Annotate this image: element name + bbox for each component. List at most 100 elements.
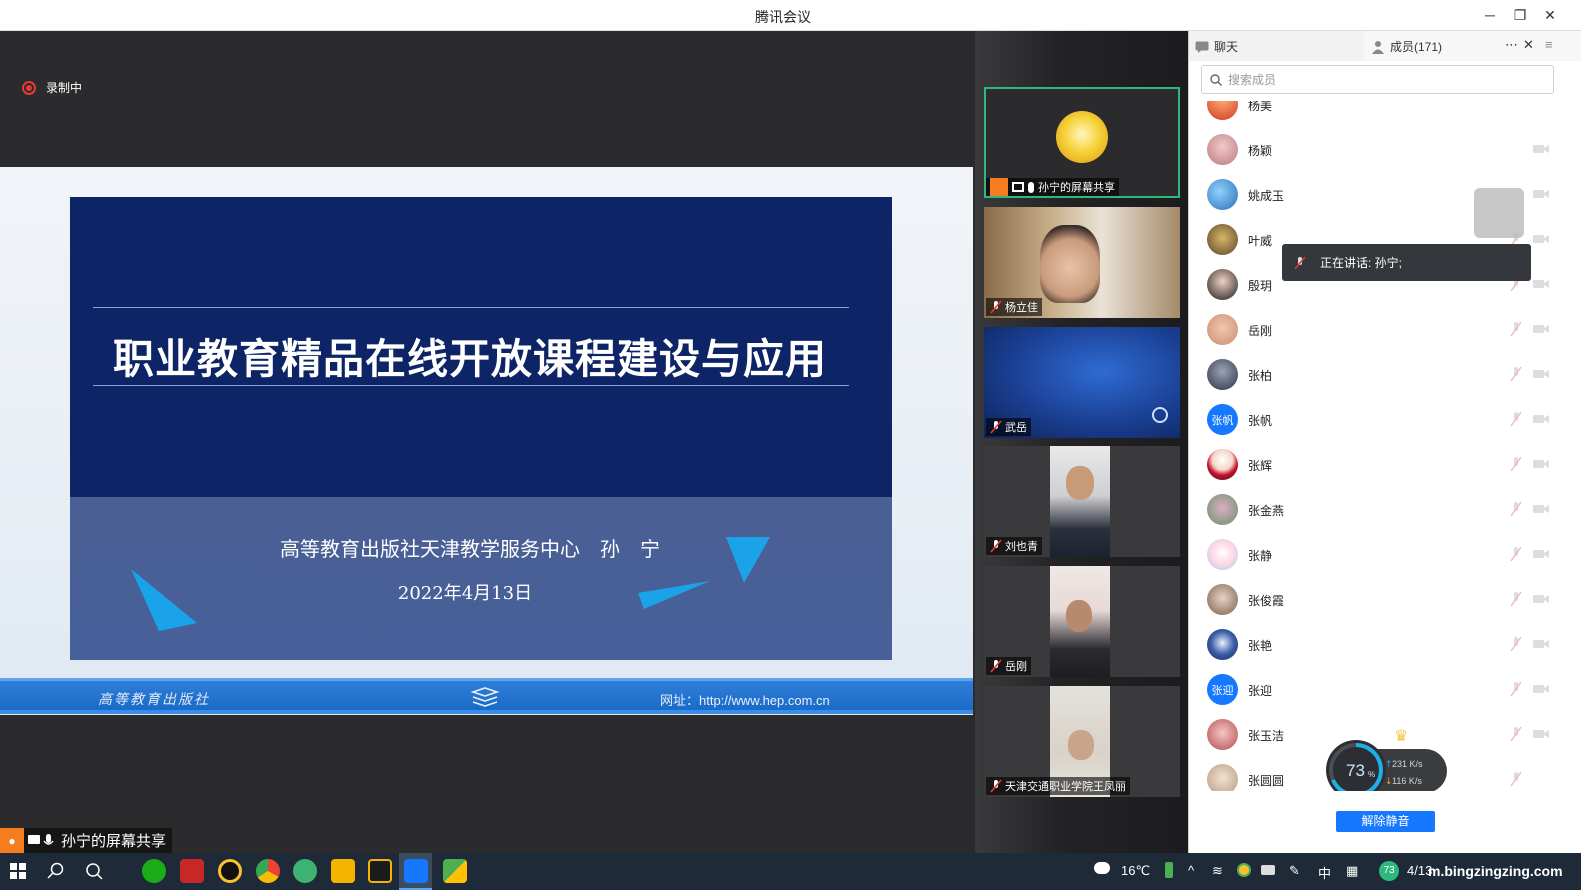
floating-assistant-button[interactable] bbox=[1474, 188, 1524, 238]
mic-muted-icon[interactable] bbox=[1509, 591, 1523, 607]
close-panel-icon[interactable]: ✕ bbox=[1523, 37, 1534, 53]
slide-url: 网址：http://www.hep.com.cn bbox=[660, 693, 830, 708]
mic-muted-icon[interactable] bbox=[1509, 501, 1523, 517]
list-item[interactable]: 张金燕 bbox=[1189, 486, 1581, 531]
tab-chat[interactable]: 聊天 bbox=[1195, 38, 1238, 55]
qq-icon[interactable] bbox=[218, 859, 242, 883]
search-icon[interactable] bbox=[47, 862, 65, 880]
camera-off-icon bbox=[1533, 190, 1549, 198]
app-icon[interactable] bbox=[443, 859, 467, 883]
close-button[interactable]: ✕ bbox=[1537, 4, 1563, 26]
camera-off-icon bbox=[1533, 415, 1549, 423]
search-input[interactable]: 搜索成员 bbox=[1201, 65, 1554, 94]
mic-muted-icon[interactable] bbox=[1509, 411, 1523, 427]
avatar bbox=[1207, 224, 1238, 255]
more-icon[interactable]: ⋯ bbox=[1505, 37, 1518, 53]
avatar bbox=[1207, 584, 1238, 615]
avatar bbox=[1207, 134, 1238, 165]
wps-icon[interactable] bbox=[368, 859, 392, 883]
tile-name: 天津交通职业学院王凤丽 bbox=[1005, 781, 1126, 793]
publisher-logo-icon bbox=[470, 687, 500, 707]
list-item[interactable]: 张静 bbox=[1189, 531, 1581, 576]
menu-icon[interactable]: ≡ bbox=[1545, 37, 1553, 52]
member-name: 杨美 bbox=[1248, 101, 1273, 113]
video-tile[interactable]: 天津交通职业学院王凤丽 bbox=[984, 686, 1180, 797]
tile-name: 岳刚 bbox=[1005, 661, 1027, 673]
list-item[interactable]: 张俊霞 bbox=[1189, 576, 1581, 621]
camera-off-icon bbox=[1533, 505, 1549, 513]
list-item[interactable]: 张迎 张迎 bbox=[1189, 666, 1581, 711]
divider bbox=[93, 385, 849, 386]
title-bar: 腾讯会议 ─ ❐ ✕ bbox=[0, 0, 1581, 31]
tile-name: 杨立佳 bbox=[1005, 302, 1038, 314]
badge-count[interactable]: 73 bbox=[1379, 861, 1399, 881]
avatar bbox=[1207, 314, 1238, 345]
battery-icon bbox=[1165, 862, 1173, 878]
chat-app-icon[interactable] bbox=[293, 859, 317, 883]
mic-muted-icon[interactable] bbox=[1509, 366, 1523, 382]
pdf-app-icon[interactable] bbox=[180, 859, 204, 883]
participant-face bbox=[1066, 600, 1092, 632]
device-icon[interactable] bbox=[1261, 865, 1275, 875]
video-tile[interactable]: 刘也青 bbox=[984, 446, 1180, 557]
upload-icon: ↑ bbox=[1385, 760, 1393, 770]
member-name: 杨颖 bbox=[1248, 144, 1273, 158]
mic-muted-icon[interactable] bbox=[1509, 726, 1523, 742]
list-item[interactable]: 张辉 bbox=[1189, 441, 1581, 486]
ime-mode-icon[interactable]: ▦ bbox=[1346, 863, 1358, 879]
tray-expand-icon[interactable]: ^ bbox=[1188, 863, 1194, 878]
list-item[interactable]: 杨颖 bbox=[1189, 126, 1581, 171]
video-tile[interactable]: 武岳 bbox=[984, 327, 1180, 438]
member-name: 张静 bbox=[1248, 549, 1273, 563]
pen-icon[interactable]: ✎ bbox=[1289, 863, 1300, 879]
camera-off-icon bbox=[1533, 640, 1549, 648]
list-item[interactable]: 张帆 张帆 bbox=[1189, 396, 1581, 441]
avatar bbox=[1207, 449, 1238, 480]
security-icon[interactable] bbox=[1237, 863, 1251, 877]
unmute-button[interactable]: 解除静音 bbox=[1336, 811, 1435, 832]
member-name: 张俊霞 bbox=[1248, 594, 1285, 608]
camera-off-icon bbox=[1533, 325, 1549, 333]
member-name: 张艳 bbox=[1248, 639, 1273, 653]
mic-muted-icon[interactable] bbox=[1509, 321, 1523, 337]
windows-start-icon[interactable] bbox=[10, 863, 26, 879]
network-icon[interactable]: ≋ bbox=[1212, 863, 1223, 879]
wechat-icon[interactable] bbox=[142, 859, 166, 883]
zoom-icon[interactable] bbox=[85, 862, 103, 880]
tile-name: 武岳 bbox=[1005, 422, 1027, 434]
member-name: 张辉 bbox=[1248, 459, 1273, 473]
file-explorer-icon[interactable] bbox=[331, 859, 355, 883]
mic-icon bbox=[1028, 181, 1034, 193]
list-item[interactable]: 张柏 bbox=[1189, 351, 1581, 396]
minimize-button[interactable]: ─ bbox=[1477, 4, 1503, 26]
ime-indicator[interactable]: 中 bbox=[1318, 863, 1331, 882]
tab-members[interactable]: 成员(171) bbox=[1371, 38, 1442, 55]
mic-muted-icon[interactable] bbox=[1509, 681, 1523, 697]
list-item[interactable]: 杨美 bbox=[1189, 101, 1581, 126]
weather-icon bbox=[1094, 862, 1110, 874]
mic-muted-icon[interactable] bbox=[1509, 636, 1523, 652]
recording-indicator[interactable]: 录制中 bbox=[22, 79, 82, 96]
restore-button[interactable]: ❐ bbox=[1507, 4, 1533, 26]
list-item[interactable]: 岳刚 bbox=[1189, 306, 1581, 351]
window-title: 腾讯会议 bbox=[755, 9, 811, 25]
video-tile[interactable]: 孙宁的屏幕共享 bbox=[984, 87, 1180, 198]
taskbar: 16℃ ^ ≋ ✎ 中 ▦ 73 4/13 m.bingzingzing.com bbox=[0, 853, 1581, 890]
video-tile[interactable]: 杨立佳 bbox=[984, 207, 1180, 318]
video-tile[interactable]: 岳刚 bbox=[984, 566, 1180, 677]
mic-muted-icon[interactable] bbox=[1509, 546, 1523, 562]
search-icon bbox=[1210, 73, 1222, 86]
tencent-meeting-icon[interactable] bbox=[404, 859, 428, 883]
slide-footer: 高等教育出版社 网址：http://www.hep.com.cn bbox=[0, 678, 973, 714]
logo-icon bbox=[1152, 407, 1168, 423]
person-icon bbox=[1372, 40, 1384, 54]
network-speed-widget[interactable]: 73 % 231 K/s 116 K/s ↑ ↓ bbox=[1325, 739, 1449, 791]
mic-muted-icon[interactable] bbox=[1509, 771, 1523, 787]
user-icon bbox=[990, 178, 1008, 196]
screen-share-area: 录制中 职业教育精品在线开放课程建设与应用 高等教育出版社天津教学服务中心 孙 … bbox=[0, 31, 975, 853]
mic-muted-icon[interactable] bbox=[1509, 456, 1523, 472]
list-item[interactable]: 张艳 bbox=[1189, 621, 1581, 666]
camera-off-icon bbox=[1533, 550, 1549, 558]
presentation-slide: 职业教育精品在线开放课程建设与应用 高等教育出版社天津教学服务中心 孙 宁 20… bbox=[0, 167, 973, 715]
chrome-icon[interactable] bbox=[256, 859, 280, 883]
